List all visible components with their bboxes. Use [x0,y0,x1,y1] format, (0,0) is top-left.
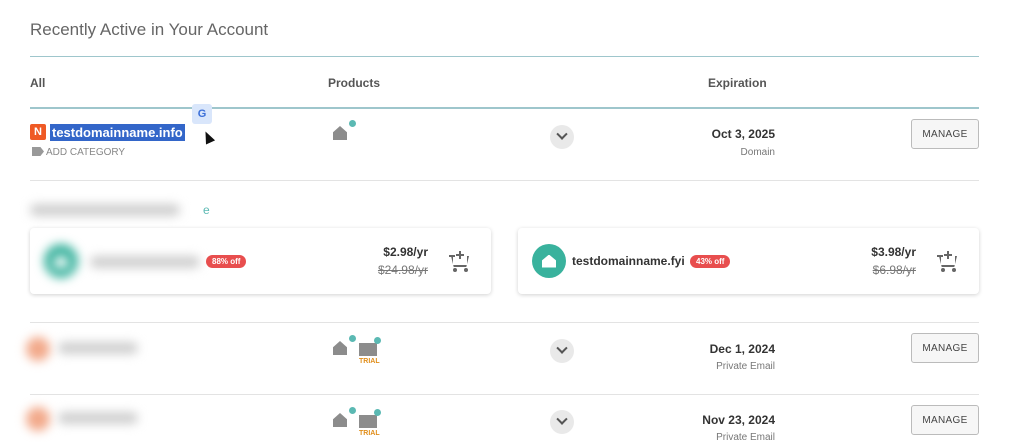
hosting-icon[interactable] [333,407,356,429]
add-category-label: ADD CATEGORY [46,147,126,158]
suggestion-card[interactable]: 88% off $2.98/yr $24.98/yr [30,228,491,294]
domain-name-blurred [58,412,138,424]
price: $2.98/yr [383,245,428,259]
expiration-date: Dec 1, 2024 [709,342,775,356]
chevron-down-icon [556,342,568,354]
domain-name-blurred [58,342,138,354]
add-to-cart-icon[interactable] [449,251,471,272]
product-type: Private Email [716,432,775,442]
expand-chevron-button[interactable] [550,339,574,363]
domain-name-link[interactable]: testdomainname.info [50,124,185,141]
domain-logo-icon [532,244,566,278]
column-header-all[interactable]: All [30,76,45,90]
hosting-icon[interactable] [333,120,356,142]
domain-badge-blurred [26,407,50,431]
suggestion-link[interactable]: e [203,203,210,217]
hosting-icon[interactable] [333,335,356,357]
product-icons: TRIAL [333,335,381,365]
title-divider [30,56,979,57]
product-type: Private Email [716,361,775,372]
add-to-cart-icon[interactable] [937,251,959,272]
row-divider [30,322,979,323]
suggestion-domain-name[interactable]: testdomainname.fyi [572,254,685,268]
domain-badge-blurred [26,337,50,361]
expiration-date: Nov 23, 2024 [702,413,775,427]
add-category-button[interactable]: ADD CATEGORY [32,147,125,158]
expiration-date: Oct 3, 2025 [711,127,775,141]
house-icon [542,254,556,268]
chevron-down-icon [556,128,568,140]
domain-logo-icon [44,244,78,278]
manage-button[interactable]: MANAGE [911,119,979,149]
suggestion-heading-blurred [30,204,180,216]
email-trial-icon[interactable]: TRIAL [359,409,381,437]
translate-icon[interactable]: G [192,104,212,124]
discount-badge: 88% off [206,255,247,268]
header-divider [30,107,979,109]
product-icons [333,120,356,142]
price: $3.98/yr [871,245,916,259]
old-price: $6.98/yr [872,263,916,277]
trial-label: TRIAL [359,430,380,437]
email-trial-icon[interactable]: TRIAL [359,337,381,365]
column-header-products: Products [328,76,381,90]
product-icons: TRIAL [333,407,381,437]
old-price: $24.98/yr [377,263,428,277]
mouse-cursor-icon [200,129,216,145]
tag-icon [32,147,44,156]
row-divider [30,180,979,181]
manage-button[interactable]: MANAGE [911,333,979,363]
manage-button[interactable]: MANAGE [911,405,979,435]
suggestion-name-blurred [90,256,200,268]
product-type: Domain [740,147,775,158]
row-divider [30,394,979,395]
expand-chevron-button[interactable] [550,410,574,434]
discount-badge: 43% off [690,255,731,268]
namecheap-logo-icon: N [30,124,46,140]
trial-label: TRIAL [359,358,380,365]
section-title: Recently Active in Your Account [30,20,269,39]
suggestion-card[interactable]: testdomainname.fyi 43% off $3.98/yr $6.9… [518,228,979,294]
expand-chevron-button[interactable] [550,125,574,149]
column-header-expiration[interactable]: Expiration [708,76,767,90]
chevron-down-icon [556,413,568,425]
